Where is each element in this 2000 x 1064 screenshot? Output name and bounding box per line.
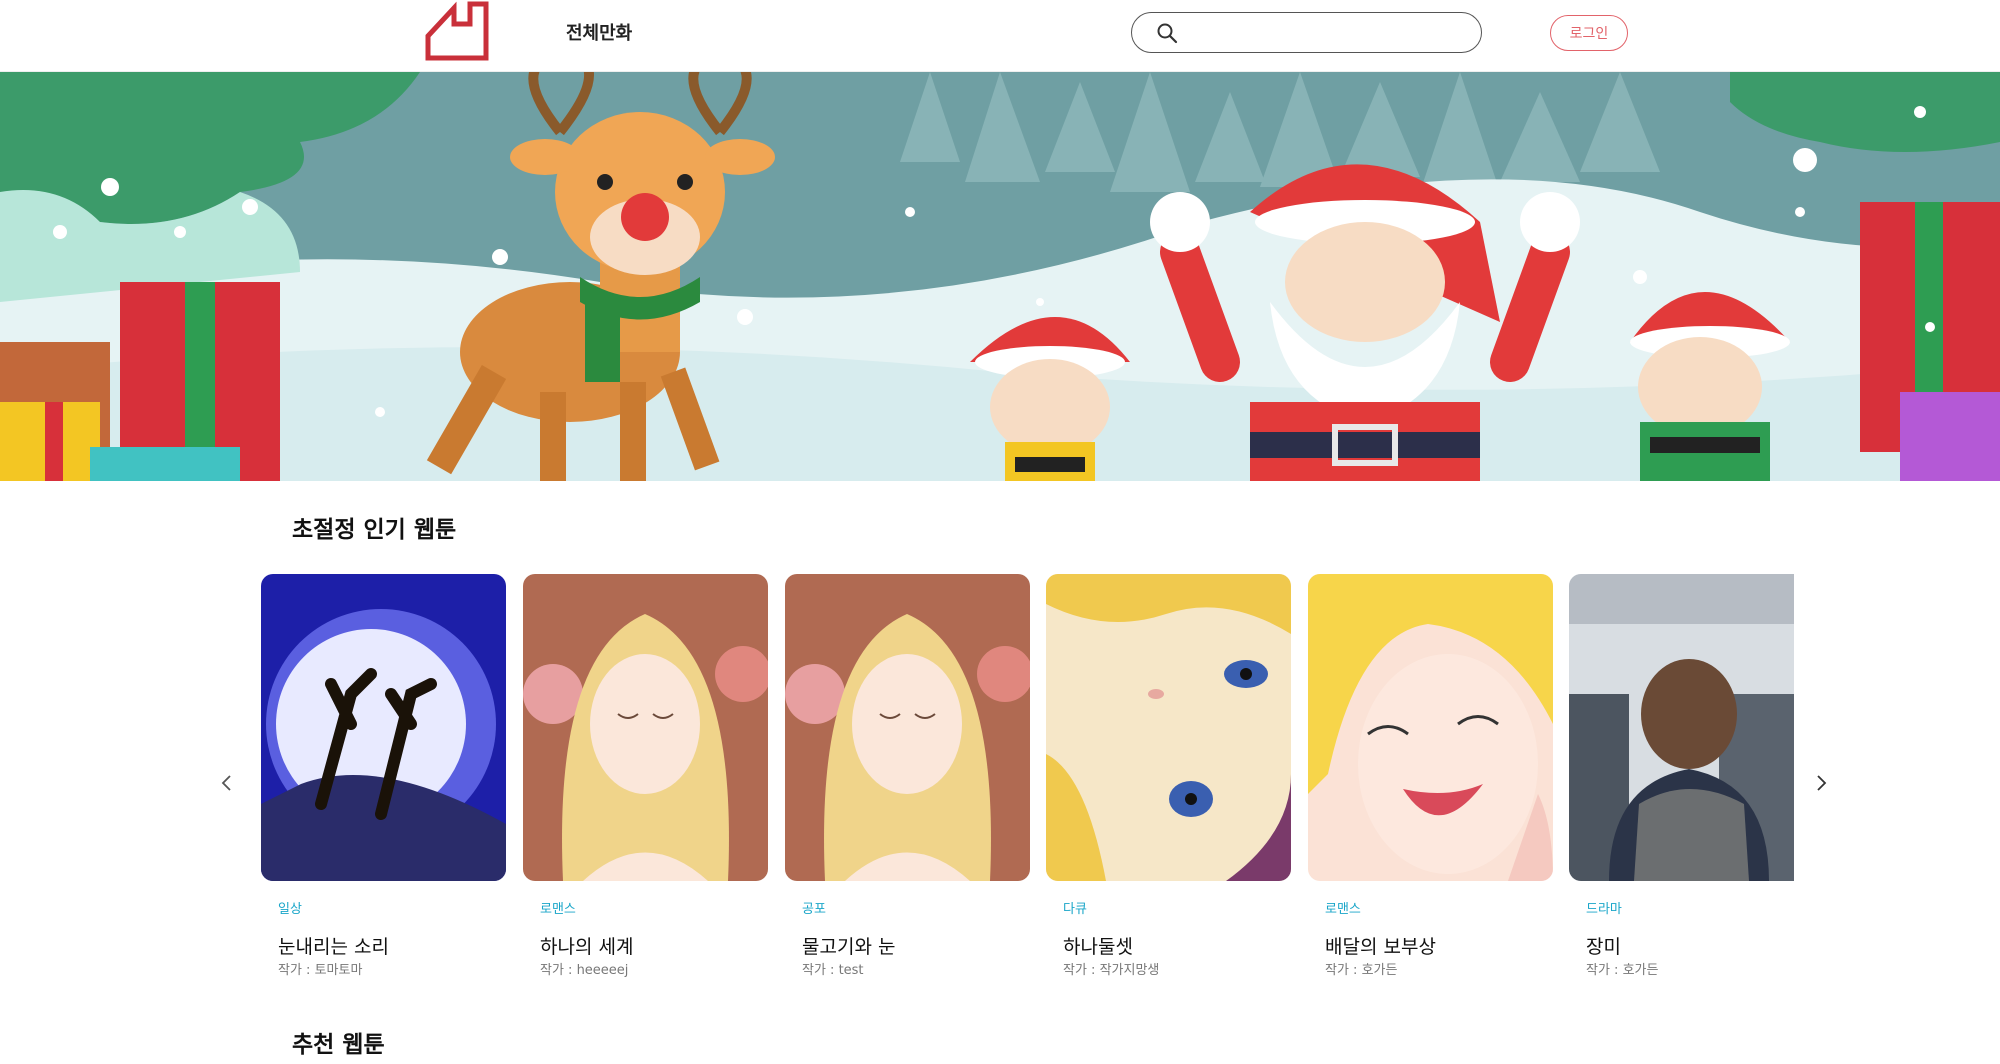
login-button[interactable]: 로그인 [1550,15,1628,51]
webtoon-card[interactable]: 로맨스 배달의 보부상 작가 : 호가든 [1308,574,1553,978]
webtoon-title[interactable]: 하나둘셋 [1063,932,1133,959]
recommended-section-title: 추천 웹툰 [292,1032,385,1058]
webtoon-thumbnail[interactable] [1046,574,1291,881]
webtoon-genre: 공포 [802,902,826,917]
webtoon-title[interactable]: 눈내리는 소리 [278,932,389,959]
top-header: 전체만화 로그인 [0,0,2000,72]
webtoon-genre: 로맨스 [540,902,576,917]
webtoon-title[interactable]: 하나의 세계 [540,932,633,959]
webtoon-title[interactable]: 배달의 보부상 [1325,932,1436,959]
webtoon-author: 작가 : 호가든 [1325,963,1398,978]
webtoon-thumbnail[interactable] [785,574,1030,881]
christmas-banner-illustration [0,72,2000,481]
webtoon-genre: 로맨스 [1325,902,1361,917]
webtoon-card[interactable]: 일상 눈내리는 소리 작가 : 토마토마 [261,574,506,978]
webtoon-author: 작가 : 토마토마 [278,963,363,978]
webtoon-author: 작가 : 호가든 [1586,963,1659,978]
webtoon-title[interactable]: 물고기와 눈 [802,932,895,959]
webtoon-card[interactable]: 로맨스 하나의 세계 작가 : heeeeej [523,574,768,978]
webtoon-card[interactable]: 공포 물고기와 눈 작가 : test [785,574,1030,978]
webtoon-card[interactable]: 드라마 장미 작가 : 호가든 [1569,574,1814,978]
search-icon[interactable] [1156,22,1178,44]
webtoon-genre: 일상 [278,902,302,917]
popular-section-title: 초절정 인기 웹툰 [292,517,457,543]
webtoon-author: 작가 : heeeeej [540,963,629,978]
webtoon-title[interactable]: 장미 [1586,932,1621,959]
search-input[interactable] [1190,18,1460,48]
nav-all-comics[interactable]: 전체만화 [566,19,632,45]
webtoon-author: 작가 : test [802,963,864,978]
hero-banner[interactable] [0,72,2000,481]
webtoon-genre: 다큐 [1063,902,1087,917]
carousel-prev-chevron-left-icon[interactable] [212,768,242,798]
webtoon-author: 작가 : 작가지망생 [1063,963,1160,978]
webtoon-genre: 드라마 [1586,902,1622,917]
search-box[interactable] [1131,12,1482,53]
webtoon-thumbnail[interactable] [1308,574,1553,881]
webtoon-card[interactable]: 다큐 하나둘셋 작가 : 작가지망생 [1046,574,1291,978]
home-logo-icon[interactable] [424,0,492,64]
webtoon-thumbnail[interactable] [1569,574,1794,881]
webtoon-thumbnail[interactable] [523,574,768,881]
webtoon-thumbnail[interactable] [261,574,506,881]
